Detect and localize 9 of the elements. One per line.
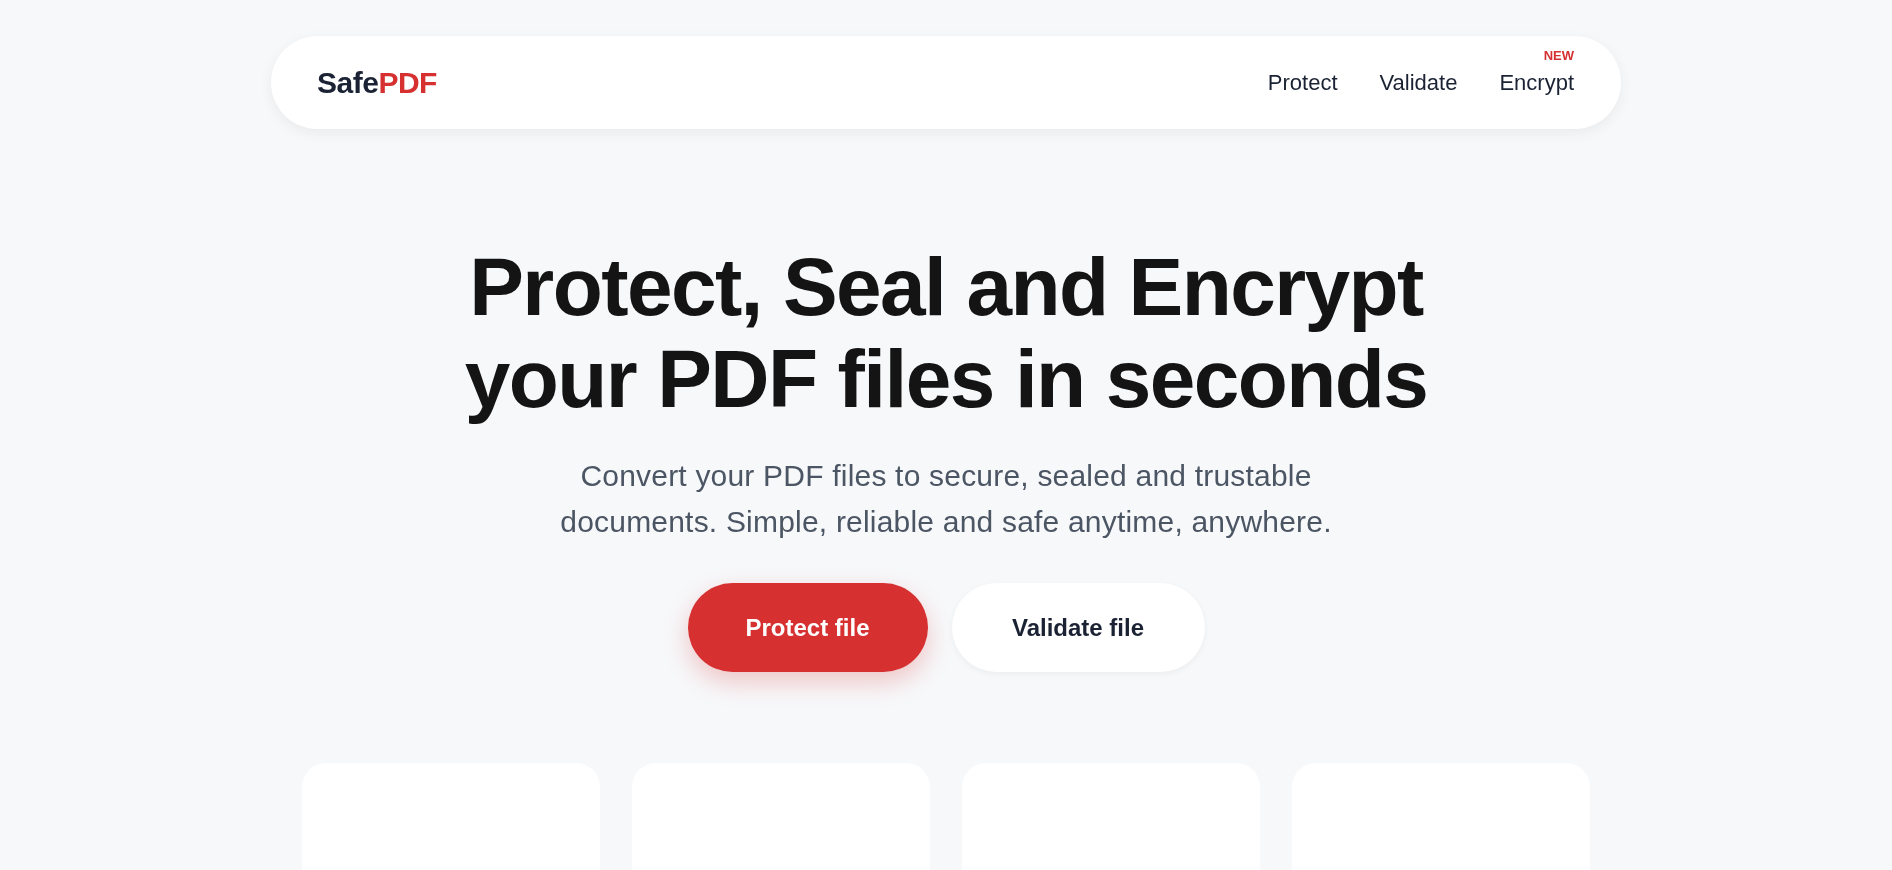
logo[interactable]: SafePDF: [317, 65, 437, 100]
validate-file-button[interactable]: Validate file: [951, 583, 1205, 672]
nav-link[interactable]: Protect: [1267, 69, 1338, 95]
hero-heading: Protect, Seal and Encrypt your PDF files in seconds: [464, 241, 1428, 425]
new-label: NEW: [1543, 47, 1574, 63]
nav-link[interactable]: Encrypt: [1499, 69, 1574, 95]
protect-file-button[interactable]: Protect file: [687, 583, 928, 672]
hero-subtitle: Convert your PDF files to secure, sealed and trustable documents. Simple, reliable and safe anytime, anywhere.: [560, 458, 1332, 540]
nav-link[interactable]: Validate: [1379, 69, 1458, 95]
